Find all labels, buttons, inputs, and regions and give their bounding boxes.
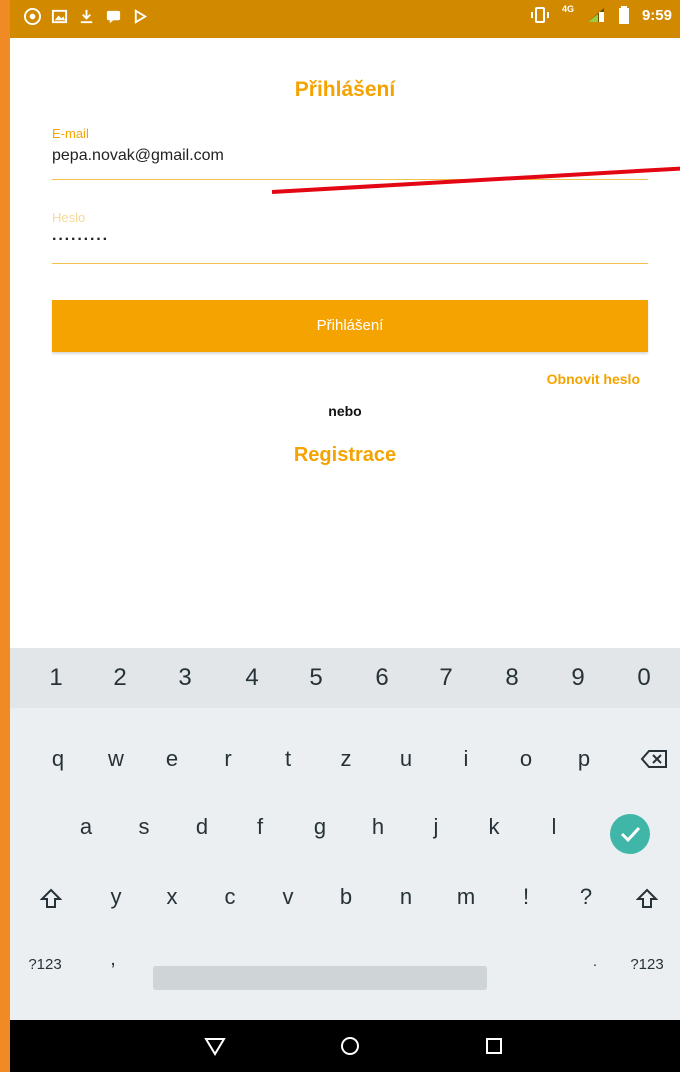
key-y[interactable]: y [96, 884, 136, 910]
password-label: Heslo [52, 210, 86, 225]
page-title: Přihlášení [294, 78, 396, 101]
red-annotation-line [271, 166, 680, 194]
number-row: 1 2 3 4 5 6 7 8 9 0 [10, 648, 680, 708]
key-j[interactable]: j [416, 814, 456, 840]
download-icon [80, 9, 93, 24]
play-icon [134, 9, 148, 24]
chat-icon [106, 10, 121, 24]
symbols-key-left[interactable]: ?123 [20, 956, 70, 973]
key-z[interactable]: z [326, 746, 366, 772]
key-5[interactable]: 5 [296, 664, 336, 692]
shift-left-icon[interactable] [40, 888, 62, 910]
key-1[interactable]: 1 [36, 664, 76, 692]
key-2[interactable]: 2 [100, 664, 140, 692]
key-v[interactable]: v [268, 884, 308, 910]
space-key[interactable] [153, 966, 487, 990]
recent-apps-icon[interactable] [482, 1034, 506, 1058]
image-icon [51, 9, 68, 24]
key-s[interactable]: s [124, 814, 164, 840]
key-m[interactable]: m [446, 884, 486, 910]
key-t[interactable]: t [268, 746, 308, 772]
enter-key[interactable] [610, 814, 650, 854]
key-8[interactable]: 8 [492, 664, 532, 692]
key-exclamation[interactable]: ! [506, 884, 546, 910]
key-g[interactable]: g [300, 814, 340, 840]
battery-icon [618, 6, 629, 24]
password-field[interactable]: Heslo ········· [52, 210, 648, 264]
or-separator: nebo [328, 403, 362, 419]
key-h[interactable]: h [358, 814, 398, 840]
key-i[interactable]: i [446, 746, 486, 772]
password-input[interactable]: ········· [52, 231, 648, 249]
checkmark-icon [620, 826, 641, 843]
key-b[interactable]: b [326, 884, 366, 910]
key-a[interactable]: a [66, 814, 106, 840]
network-type: 4G [561, 4, 574, 14]
signal-icon [587, 8, 604, 22]
key-3[interactable]: 3 [165, 664, 205, 692]
key-x[interactable]: x [152, 884, 192, 910]
key-question[interactable]: ? [566, 884, 606, 910]
key-u[interactable]: u [386, 746, 426, 772]
shift-right-icon[interactable] [636, 888, 658, 910]
clock: 9:59 [641, 6, 672, 24]
phone-screen: 4G 9:59 Přihlášení E-mail pepa.novak@gma… [0, 0, 680, 1072]
key-w[interactable]: w [96, 746, 136, 772]
login-button[interactable]: Přihlášení [52, 300, 648, 352]
navigation-bar [10, 1020, 680, 1072]
home-icon[interactable] [338, 1034, 362, 1058]
key-n[interactable]: n [386, 884, 426, 910]
key-e[interactable]: e [152, 746, 192, 772]
comma-key[interactable]: , [98, 948, 128, 971]
key-9[interactable]: 9 [558, 664, 598, 692]
key-f[interactable]: f [240, 814, 280, 840]
vibrate-icon [530, 7, 549, 23]
key-d[interactable]: d [182, 814, 222, 840]
key-k[interactable]: k [474, 814, 514, 840]
reset-password-link[interactable]: Obnovit heslo [547, 371, 640, 387]
status-bar: 4G 9:59 [10, 0, 680, 38]
period-key[interactable]: · [580, 956, 610, 973]
email-label: E-mail [52, 126, 89, 141]
key-q[interactable]: q [38, 746, 78, 772]
key-6[interactable]: 6 [362, 664, 402, 692]
key-r[interactable]: r [208, 746, 248, 772]
key-7[interactable]: 7 [426, 664, 466, 692]
soft-keyboard: 1 2 3 4 5 6 7 8 9 0 q w e r t z u i o p … [10, 648, 680, 1020]
backspace-icon[interactable] [640, 748, 670, 770]
key-c[interactable]: c [210, 884, 250, 910]
gmail-icon [24, 8, 41, 25]
back-icon[interactable] [203, 1034, 227, 1058]
symbols-key-right[interactable]: ?123 [622, 956, 672, 973]
key-l[interactable]: l [534, 814, 574, 840]
key-4[interactable]: 4 [232, 664, 272, 692]
register-link[interactable]: Registrace [10, 444, 680, 467]
key-0[interactable]: 0 [624, 664, 664, 692]
key-p[interactable]: p [564, 746, 604, 772]
key-o[interactable]: o [506, 746, 546, 772]
